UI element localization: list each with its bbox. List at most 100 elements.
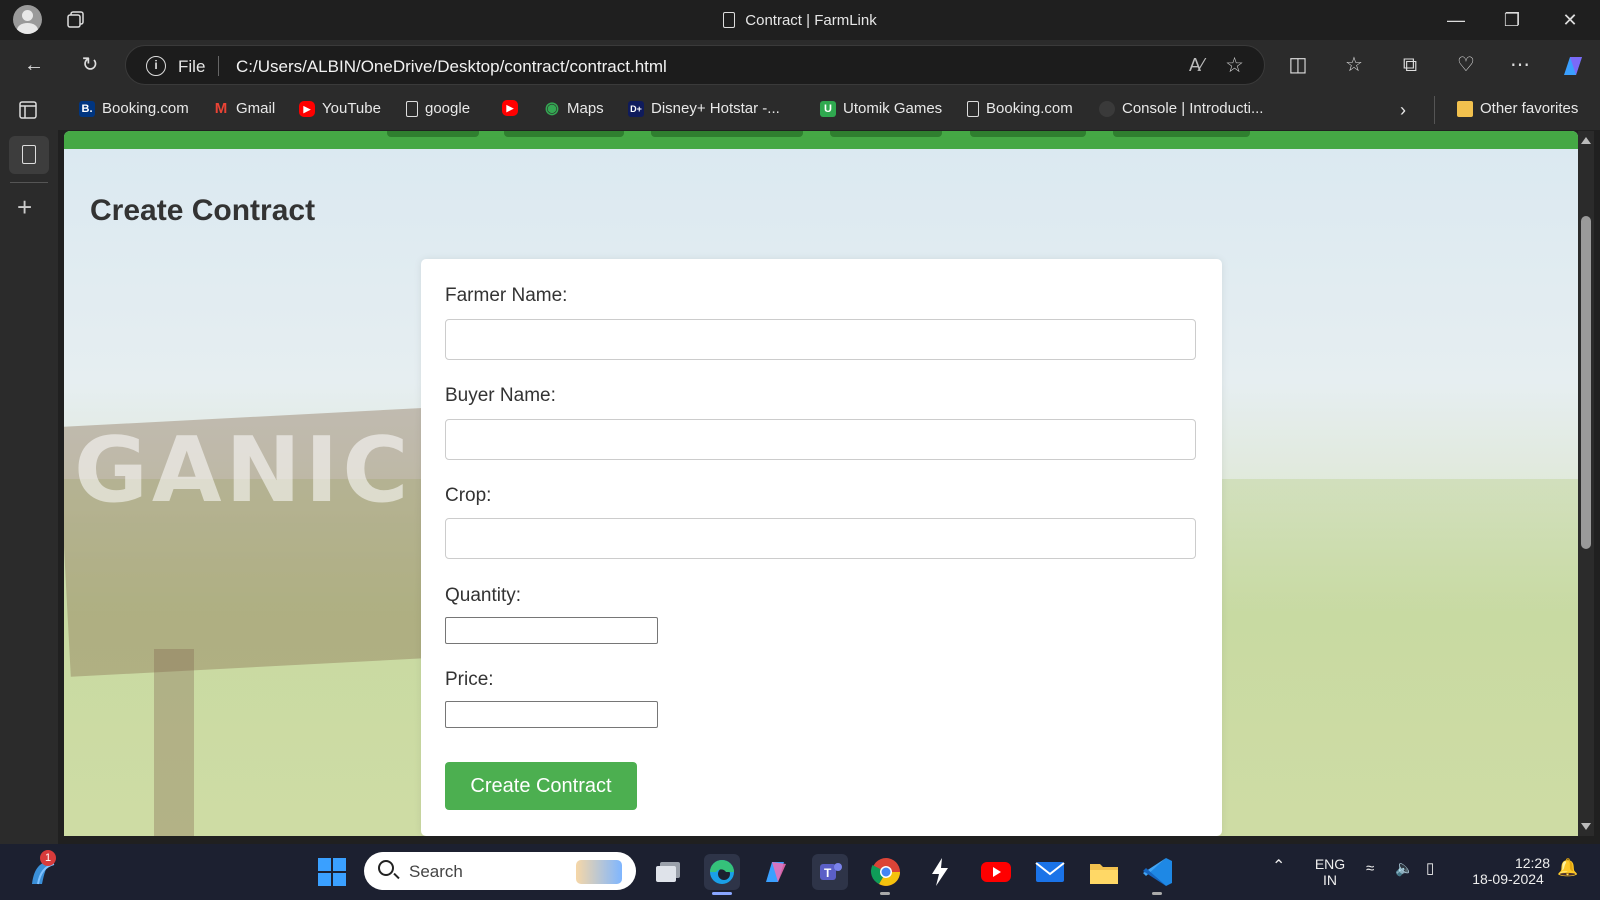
buyer-name-label: Buyer Name: — [445, 385, 556, 406]
youtube-icon: ▶ — [502, 100, 518, 116]
site-header-bar — [64, 131, 1578, 149]
price-input[interactable] — [445, 701, 658, 728]
other-favorites-folder[interactable]: Other favorites — [1457, 100, 1578, 117]
read-aloud-icon[interactable]: A⁄ — [1189, 55, 1204, 76]
window-title: Contract | FarmLink — [0, 12, 1600, 29]
site-nav-item[interactable] — [504, 131, 624, 137]
start-windows-icon[interactable] — [314, 854, 350, 890]
collections-icon[interactable]: ⧉ — [1398, 53, 1422, 77]
gmail-icon: M — [214, 99, 228, 117]
close-icon[interactable]: ✕ — [1558, 8, 1582, 32]
more-options-icon[interactable]: ⋯ — [1508, 53, 1532, 77]
minimize-icon[interactable]: — — [1444, 8, 1468, 32]
more-favorites-chevron-icon[interactable]: › — [1400, 100, 1406, 121]
site-nav-item[interactable] — [651, 131, 803, 137]
teams-taskbar-button[interactable]: T — [812, 854, 848, 890]
copilot-icon[interactable] — [1558, 51, 1588, 81]
task-view-icon[interactable] — [650, 854, 686, 890]
info-icon[interactable]: i — [146, 56, 166, 76]
edge-taskbar-button[interactable] — [704, 854, 740, 890]
volume-icon[interactable]: 🔈 — [1395, 859, 1414, 877]
favorite-label: Disney+ Hotstar -... — [651, 100, 780, 117]
booking-icon: B. — [79, 100, 95, 117]
page-viewport: GANIC ARM Create Contract Farmer Name: B… — [64, 131, 1578, 836]
vscode-icon[interactable] — [1140, 854, 1176, 890]
restore-icon[interactable]: ❐ — [1500, 8, 1524, 32]
utomik-icon: U — [820, 100, 836, 117]
page-title: Create Contract — [90, 194, 316, 227]
quantity-label: Quantity: — [445, 585, 522, 606]
favorite-label: Gmail — [236, 100, 276, 117]
browser-essentials-icon[interactable]: ♡ — [1454, 53, 1478, 77]
window-title-text: Contract | FarmLink — [745, 12, 877, 29]
scheme-label: File — [178, 57, 206, 76]
favorites-bar: B. Booking.com M Gmail ▶ YouTube google ▶ ◉… — [0, 90, 1600, 130]
favorites-icon[interactable]: ☆ — [1342, 53, 1366, 77]
buyer-name-input[interactable] — [445, 419, 1196, 460]
youtube-taskbar-icon[interactable] — [978, 854, 1014, 890]
wifi-icon[interactable]: ≈ — [1366, 860, 1374, 877]
teams-icon: T — [820, 863, 842, 880]
favorite-label: Other favorites — [1480, 100, 1579, 117]
folder-icon — [1457, 100, 1473, 117]
scroll-up-icon[interactable] — [1581, 137, 1591, 144]
site-nav-item[interactable] — [387, 131, 479, 137]
taskbar-search-box[interactable]: Search — [364, 852, 636, 890]
battery-icon[interactable]: ▯ — [1426, 859, 1434, 877]
page-scrollbar[interactable] — [1578, 131, 1594, 836]
favorite-maps[interactable]: ◉ Maps — [544, 100, 604, 117]
sign-post — [154, 649, 194, 836]
edge-icon — [710, 860, 734, 884]
file-explorer-icon[interactable] — [1086, 854, 1122, 890]
scroll-down-icon[interactable] — [1581, 823, 1591, 830]
favorite-gmail[interactable]: M Gmail — [213, 100, 275, 117]
tab-actions-icon[interactable] — [19, 101, 37, 119]
running-app-indicator — [1152, 892, 1162, 895]
chrome-icon[interactable] — [868, 854, 904, 890]
active-app-indicator — [712, 892, 732, 895]
favorite-star-icon[interactable]: ☆ — [1225, 53, 1244, 78]
copilot-taskbar-icon[interactable] — [758, 854, 794, 890]
title-bar: Contract | FarmLink — ❐ ✕ — [0, 0, 1600, 40]
back-icon[interactable]: ← — [22, 53, 46, 77]
navigation-toolbar: ← ↻ i File C:/Users/ALBIN/OneDrive/Deskt… — [0, 40, 1600, 90]
favorite-youtube[interactable]: ▶ YouTube — [299, 100, 381, 117]
farmer-name-input[interactable] — [445, 319, 1196, 360]
clock[interactable]: 12:28 18-09-2024 — [1466, 855, 1550, 887]
favorite-utomik[interactable]: U Utomik Games — [820, 100, 942, 117]
mail-icon[interactable] — [1032, 854, 1068, 890]
create-contract-button[interactable]: Create Contract — [445, 762, 637, 810]
scroll-thumb[interactable] — [1581, 216, 1591, 549]
favorite-youtube-2[interactable]: ▶ — [502, 100, 525, 116]
language-indicator[interactable]: ENG IN — [1313, 856, 1347, 888]
site-nav-item[interactable] — [830, 131, 942, 137]
url-text[interactable]: C:/Users/ALBIN/OneDrive/Desktop/contract… — [236, 57, 667, 77]
favorite-booking[interactable]: B. Booking.com — [79, 100, 189, 117]
show-hidden-icons-chevron-icon[interactable]: ⌃ — [1272, 856, 1285, 876]
page-icon — [22, 145, 36, 164]
refresh-icon[interactable]: ↻ — [78, 53, 102, 77]
address-bar[interactable]: i File C:/Users/ALBIN/OneDrive/Desktop/c… — [125, 45, 1265, 85]
search-placeholder: Search — [409, 862, 463, 881]
favorite-label: Console | Introducti... — [1122, 100, 1264, 117]
active-tab[interactable] — [9, 136, 49, 174]
notifications-bell-icon[interactable]: 🔔 — [1557, 858, 1578, 878]
split-screen-icon[interactable]: ◫ — [1286, 53, 1310, 77]
lightning-app-icon[interactable] — [922, 854, 958, 890]
youtube-icon: ▶ — [299, 100, 315, 117]
quantity-input[interactable] — [445, 617, 658, 644]
new-tab-plus-icon[interactable]: + — [17, 192, 32, 223]
favorite-console[interactable]: Console | Introducti... — [1099, 100, 1263, 117]
favorite-label: Booking.com — [986, 100, 1073, 117]
site-nav-item[interactable] — [970, 131, 1086, 137]
crop-label: Crop: — [445, 485, 492, 506]
site-nav-item[interactable] — [1113, 131, 1250, 137]
favorite-hotstar[interactable]: D+ Disney+ Hotstar -... — [628, 100, 780, 117]
favorite-booking-2[interactable]: Booking.com — [967, 100, 1073, 117]
favorite-google[interactable]: google — [406, 100, 470, 117]
search-icon — [378, 860, 394, 876]
page-icon — [967, 100, 979, 117]
page-icon — [723, 12, 736, 28]
crop-input[interactable] — [445, 518, 1196, 559]
favorite-label: Utomik Games — [843, 100, 943, 117]
